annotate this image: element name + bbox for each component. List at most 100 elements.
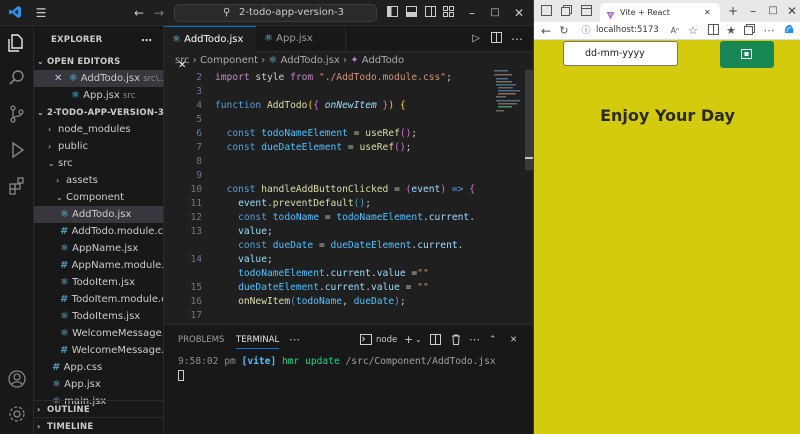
back-arrow-icon[interactable]: ← — [132, 5, 146, 21]
trash-icon[interactable] — [451, 331, 463, 349]
line-number: 6 — [196, 128, 202, 139]
copilot-icon[interactable] — [782, 23, 796, 39]
tree-file[interactable]: # App.css — [34, 359, 163, 376]
source-control-icon[interactable] — [7, 104, 27, 124]
close-panel-icon[interactable]: ✕ — [510, 331, 517, 349]
split-screen-icon[interactable] — [706, 23, 720, 39]
search-view-icon[interactable] — [7, 68, 27, 88]
url-field[interactable]: localhost:5173 — [596, 25, 659, 35]
tree-file[interactable]: # AddTodo.module.css — [34, 223, 163, 240]
settings-gear-icon[interactable] — [7, 404, 27, 424]
line-number: 11 — [190, 198, 202, 209]
explorer-icon[interactable] — [7, 33, 27, 53]
line-number: 9 — [196, 170, 202, 181]
info-icon[interactable]: ⓘ — [580, 23, 592, 39]
terminal-cursor — [178, 370, 184, 381]
more-actions-icon[interactable]: ⋯ — [469, 331, 480, 349]
terminal-name[interactable]: node — [376, 331, 397, 349]
line-number: 15 — [190, 282, 202, 293]
tab-actions-icon[interactable] — [580, 4, 592, 20]
tree-file[interactable]: ⚛ TodoItems.jsx — [34, 308, 163, 325]
forward-arrow-icon[interactable]: → — [152, 5, 166, 21]
profile-icon[interactable] — [540, 4, 552, 20]
outline-header[interactable]: › OUTLINE — [34, 400, 163, 418]
extensions-icon[interactable] — [7, 176, 27, 196]
read-aloud-icon[interactable]: Aⁿ — [668, 23, 682, 39]
open-editor-item[interactable]: ✕ ⚛ AddTodo.jsx src\... — [34, 70, 163, 87]
close-tab-icon[interactable]: ✕ — [704, 3, 711, 22]
toggle-secondary-sidebar-icon[interactable] — [424, 5, 436, 21]
close-icon[interactable]: ✕ — [512, 5, 526, 21]
tab-app[interactable]: ⚛ App.jsx — [256, 26, 346, 52]
more-actions-icon[interactable]: ⋯ — [141, 32, 152, 49]
line-number: 5 — [196, 114, 202, 125]
minimap[interactable] — [494, 70, 522, 150]
line-number: 16 — [190, 296, 202, 307]
vertical-scrollbar[interactable] — [525, 70, 533, 324]
tree-file[interactable]: ⚛ TodoItem.jsx — [34, 274, 163, 291]
open-editors-header[interactable]: ⌄ OPEN EDITORS — [34, 53, 163, 70]
split-terminal-icon[interactable] — [430, 331, 442, 349]
tab-terminal[interactable]: TERMINAL — [236, 331, 280, 349]
tree-folder-component[interactable]: ⌄ Component — [34, 189, 163, 206]
close-editor-icon[interactable]: ✕ — [54, 73, 62, 84]
tree-folder-assets[interactable]: › assets — [34, 172, 163, 189]
tree-folder-src[interactable]: ⌄ src — [34, 155, 163, 172]
chevron-down-icon[interactable]: ⌄ — [415, 331, 422, 349]
code-area[interactable]: 23456789101112131415161718 import style … — [164, 70, 533, 335]
tree-file[interactable]: # WelcomeMessage.... — [34, 342, 163, 359]
react-file-icon: ⚛ — [172, 34, 181, 45]
tree-file[interactable]: ⚛ AddTodo.jsx — [34, 206, 163, 223]
react-file-icon: ⚛ — [71, 90, 80, 101]
open-editor-item[interactable]: ⚛ App.jsx src — [34, 87, 163, 104]
tree-file[interactable]: # TodoItem.module.c... — [34, 291, 163, 308]
workspaces-icon[interactable] — [560, 4, 572, 20]
timeline-header[interactable]: › TIMELINE — [34, 417, 163, 434]
tab-problems[interactable]: PROBLEMS — [178, 331, 224, 349]
tab-addtodo[interactable]: ⚛ AddTodo.jsx ✕ — [164, 26, 256, 71]
tree-folder-public[interactable]: › public — [34, 138, 163, 155]
css-file-icon: # — [60, 294, 69, 305]
terminal-output[interactable]: 9:58:02 pm [vite] hmr update /src/Compon… — [178, 356, 496, 367]
menu-icon[interactable]: ☰ — [34, 5, 48, 21]
toggle-sidebar-icon[interactable] — [386, 5, 398, 21]
react-file-icon: ⚛ — [68, 73, 78, 84]
toggle-panel-icon[interactable] — [405, 5, 417, 21]
new-tab-icon[interactable]: + — [727, 3, 739, 19]
new-terminal-icon[interactable]: + — [404, 331, 413, 349]
project-folder-header[interactable]: ⌄ 2-TODO-APP-VERSION-3 — [34, 104, 163, 121]
collections-icon[interactable] — [742, 23, 756, 39]
chevron-right-icon: › — [192, 55, 200, 66]
tree-file[interactable]: ⚛ WelcomeMessage.j... — [34, 325, 163, 342]
more-options-icon[interactable]: ⋯ — [762, 23, 776, 39]
customize-layout-icon[interactable] — [442, 5, 454, 21]
add-todo-button[interactable] — [720, 41, 774, 68]
account-icon[interactable] — [7, 369, 27, 389]
maximize-panel-icon[interactable]: ⌃ — [489, 331, 497, 349]
react-file-icon: ⚛ — [60, 277, 69, 288]
maximize-icon[interactable]: □ — [488, 5, 502, 21]
favorite-star-icon[interactable]: ☆ — [686, 23, 700, 39]
command-center-search[interactable]: ⚲ 2-todo-app-version-3 — [174, 4, 377, 22]
browser-tab[interactable]: Vite + React ✕ — [600, 3, 720, 22]
tree-file[interactable]: ⚛ App.jsx — [34, 376, 163, 393]
code-line: value; — [238, 226, 273, 237]
vscode-window: ☰ ← → ⚲ 2-todo-app-version-3 – □ ✕ EXPLO… — [0, 0, 533, 434]
close-icon[interactable]: ✕ — [786, 3, 798, 19]
run-icon[interactable]: ▷ — [470, 31, 482, 47]
run-debug-icon[interactable] — [7, 140, 27, 160]
maximize-icon[interactable]: □ — [767, 3, 779, 19]
back-arrow-icon[interactable]: ← — [540, 23, 552, 39]
more-actions-icon[interactable]: ⋯ — [289, 331, 300, 349]
favorites-icon[interactable]: ★ — [724, 23, 738, 39]
minimize-icon[interactable]: – — [465, 5, 479, 21]
minimize-icon[interactable]: – — [747, 3, 759, 19]
terminal-icon — [360, 331, 374, 349]
tree-file[interactable]: # AppName.module.... — [34, 257, 163, 274]
refresh-icon[interactable]: ↻ — [558, 23, 570, 39]
tree-folder-node-modules[interactable]: › node_modules — [34, 121, 163, 138]
more-actions-icon[interactable]: ⋯ — [510, 31, 524, 47]
split-editor-icon[interactable] — [490, 31, 502, 47]
due-date-input[interactable]: dd-mm-yyyy — [563, 41, 678, 66]
tree-file[interactable]: ⚛ AppName.jsx — [34, 240, 163, 257]
